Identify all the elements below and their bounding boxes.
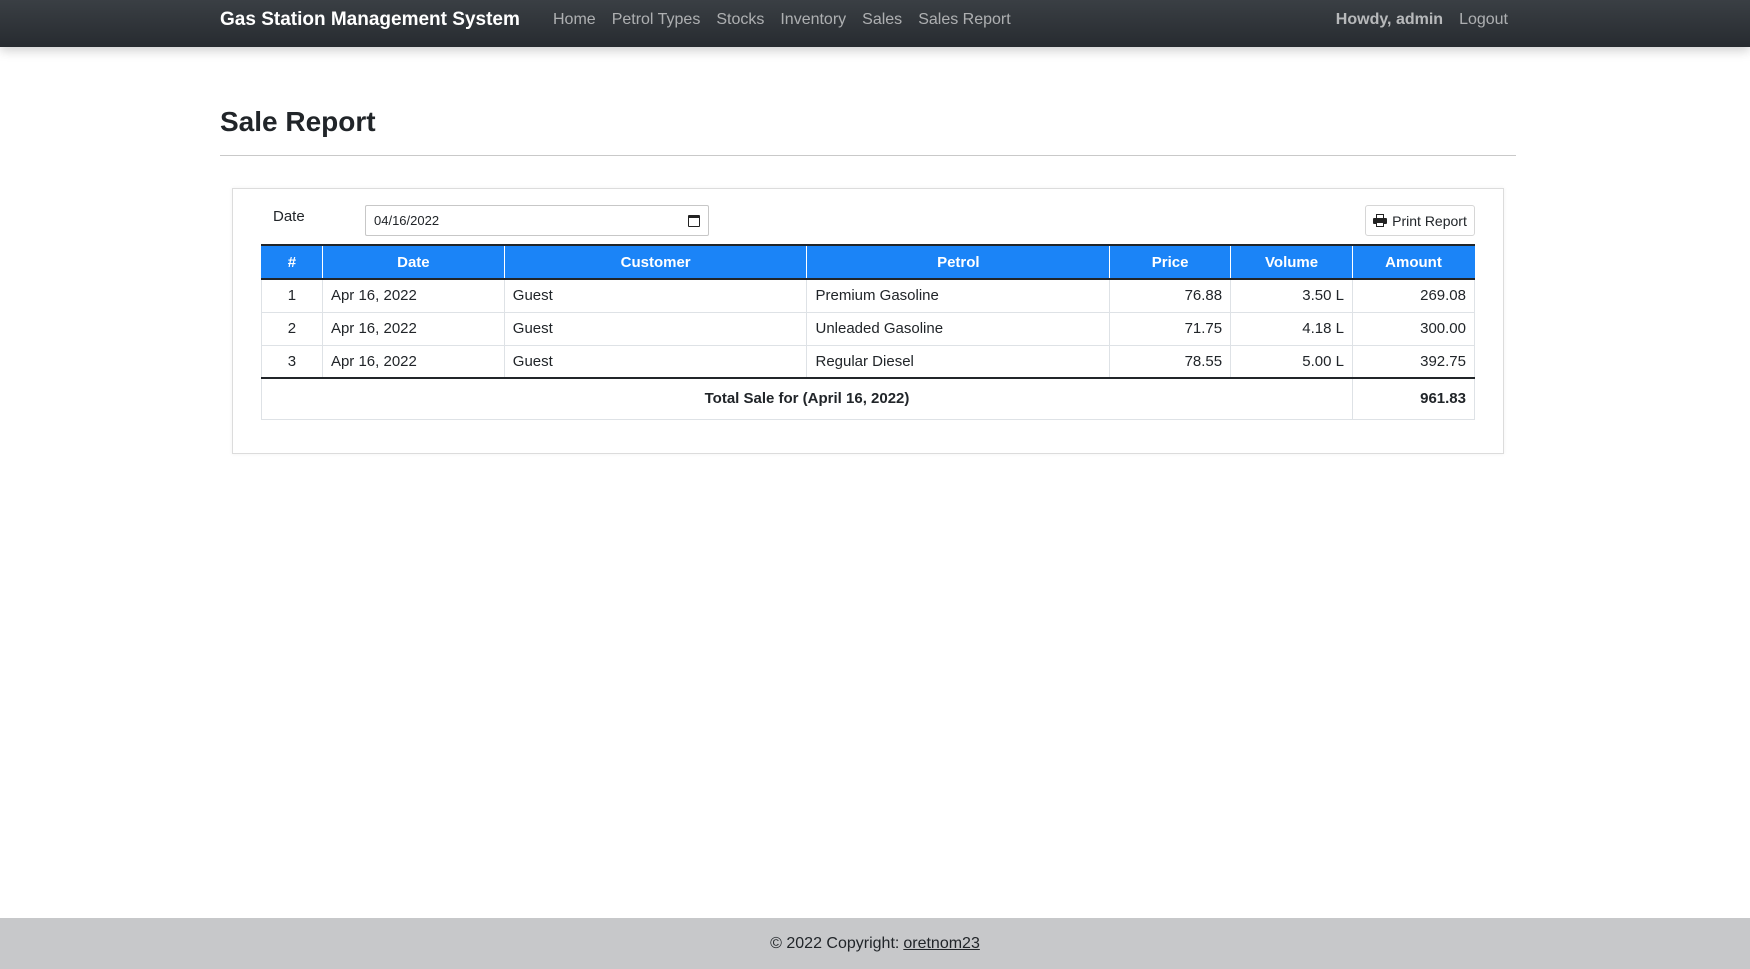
cell-customer: Guest (503, 278, 808, 313)
nav-link-inventory[interactable]: Inventory (780, 11, 846, 29)
cell-customer: Guest (503, 311, 808, 346)
printer-icon (1373, 214, 1388, 227)
column-header-volume: Volume (1230, 244, 1354, 280)
table-row: 3 Apr 16, 2022 Guest Regular Diesel 78.5… (261, 344, 1475, 379)
cell-amount: 392.75 (1352, 344, 1475, 379)
cell-amount: 300.00 (1352, 311, 1475, 346)
brand-title[interactable]: Gas Station Management System (220, 9, 520, 31)
cell-volume: 5.00 L (1230, 344, 1354, 379)
cell-petrol: Premium Gasoline (806, 278, 1111, 313)
top-navbar: Gas Station Management System Home Petro… (0, 0, 1750, 47)
column-header-date: Date (321, 244, 505, 280)
nav-link-home[interactable]: Home (553, 11, 596, 29)
table-row: 2 Apr 16, 2022 Guest Unleaded Gasoline 7… (261, 311, 1475, 346)
total-amount: 961.83 (1352, 377, 1475, 420)
column-header-price: Price (1109, 244, 1232, 280)
nav-user-area: Howdy, admin Logout (1336, 11, 1508, 29)
table-header-row: # Date Customer Petrol Price Volume Amou… (261, 244, 1475, 280)
column-header-amount: Amount (1352, 244, 1475, 280)
cell-date: Apr 16, 2022 (321, 311, 505, 346)
cell-number: 2 (261, 311, 323, 346)
total-label: Total Sale for (April 16, 2022) (260, 377, 1354, 420)
cell-petrol: Regular Diesel (806, 344, 1111, 379)
cell-date: Apr 16, 2022 (321, 278, 505, 313)
cell-petrol: Unleaded Gasoline (806, 311, 1111, 346)
nav-link-petrol-types[interactable]: Petrol Types (612, 11, 701, 29)
sales-report-table: # Date Customer Petrol Price Volume Amou… (260, 244, 1475, 420)
date-input[interactable]: 04/16/2022 (365, 205, 709, 236)
cell-volume: 3.50 L (1230, 278, 1354, 313)
calendar-icon[interactable] (688, 214, 700, 227)
column-header-customer: Customer (503, 244, 808, 280)
cell-number: 3 (261, 344, 323, 379)
user-greeting: Howdy, admin (1335, 11, 1444, 28)
cell-price: 76.88 (1109, 278, 1232, 313)
title-divider (220, 155, 1516, 156)
total-row: Total Sale for (April 16, 2022) 961.83 (260, 377, 1475, 420)
cell-price: 71.75 (1109, 311, 1232, 346)
nav-links: Home Petrol Types Stocks Inventory Sales… (553, 11, 1011, 29)
cell-amount: 269.08 (1352, 278, 1475, 313)
column-header-number: # (261, 244, 323, 280)
nav-link-sales-report[interactable]: Sales Report (918, 11, 1011, 29)
nav-link-sales[interactable]: Sales (862, 11, 902, 29)
cell-volume: 4.18 L (1230, 311, 1354, 346)
cell-date: Apr 16, 2022 (321, 344, 505, 379)
table-row: 1 Apr 16, 2022 Guest Premium Gasoline 76… (261, 278, 1475, 313)
column-header-petrol: Petrol (806, 244, 1111, 280)
cell-customer: Guest (503, 344, 808, 379)
date-input-value: 04/16/2022 (374, 213, 440, 228)
logout-link[interactable]: Logout (1459, 11, 1508, 29)
footer-copyright: © 2022 Copyright: (770, 934, 900, 952)
page-title: Sale Report (220, 106, 376, 137)
footer-author-link[interactable]: oretnom23 (903, 935, 980, 953)
print-report-label: Print Report (1392, 212, 1467, 229)
date-label: Date (273, 208, 305, 225)
cell-number: 1 (261, 278, 323, 313)
print-report-button[interactable]: Print Report (1365, 205, 1475, 236)
nav-link-stocks[interactable]: Stocks (716, 11, 764, 29)
page-footer: © 2022 Copyright: oretnom23 (0, 918, 1750, 969)
cell-price: 78.55 (1109, 344, 1232, 379)
